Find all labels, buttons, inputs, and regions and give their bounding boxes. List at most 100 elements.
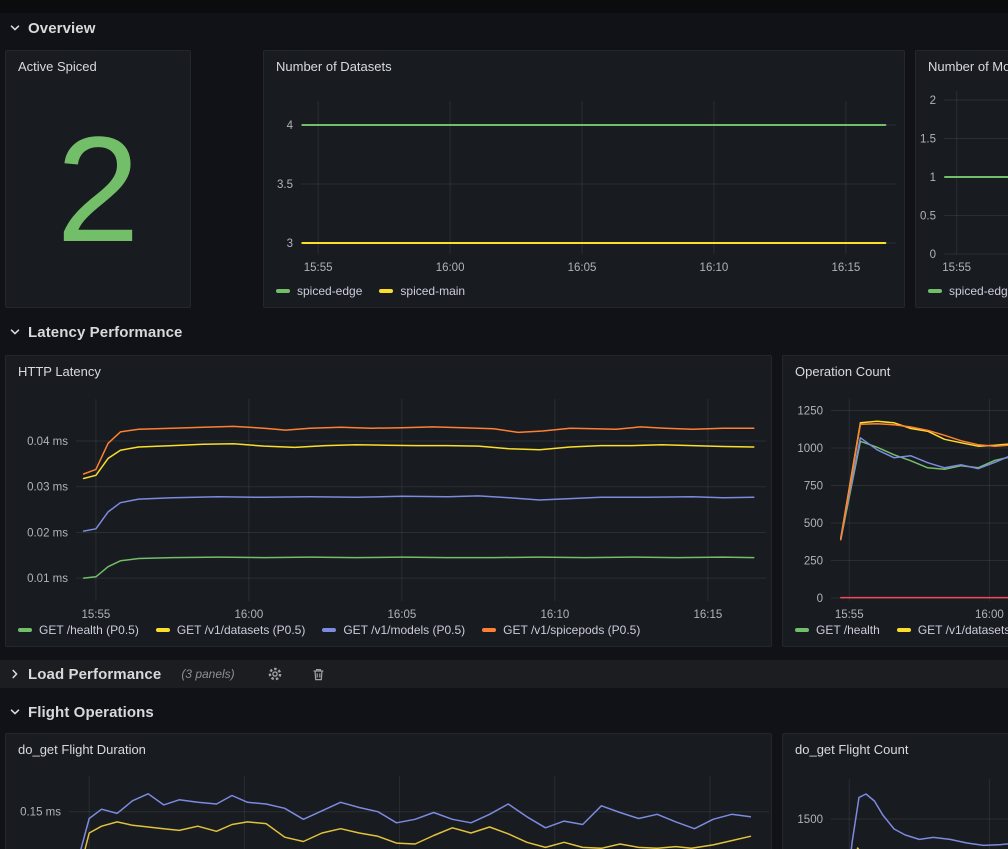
- legend-item[interactable]: GET /v1/datasets: [897, 623, 1008, 637]
- legend-item[interactable]: spiced-main: [379, 284, 465, 298]
- legend-swatch: [322, 628, 336, 632]
- y-tick-label: 250: [804, 556, 823, 568]
- stat-value: 2: [6, 81, 190, 307]
- section-label: Load Performance: [28, 666, 161, 683]
- y-tick-label: 0.5: [920, 211, 936, 223]
- legend-label: spiced-edge: [297, 284, 362, 298]
- section-header-load-performance[interactable]: Load Performance (3 panels): [0, 660, 1008, 688]
- series-line: [84, 496, 754, 531]
- chart-canvas-flight-count[interactable]: 150015:5516:0016:0516:1016:15: [783, 734, 1008, 849]
- legend-item[interactable]: spiced-edge: [928, 284, 1008, 298]
- y-tick-label: 2: [930, 95, 936, 107]
- x-tick-label: 16:10: [540, 609, 569, 621]
- y-tick-label: 1250: [797, 406, 823, 418]
- y-tick-label: 0.03 ms: [27, 482, 68, 494]
- y-tick-label: 1: [930, 172, 936, 184]
- chart-canvas-http-latency[interactable]: 0.01 ms0.02 ms0.03 ms0.04 ms15:5516:0016…: [6, 356, 771, 646]
- legend-item[interactable]: GET /health: [795, 623, 880, 637]
- legend-label: GET /health (P0.5): [39, 623, 139, 637]
- row-settings-button[interactable]: [263, 664, 287, 684]
- chevron-down-icon: [8, 21, 22, 35]
- chevron-right-icon: [8, 667, 22, 681]
- y-tick-label: 0.15 ms: [20, 807, 61, 819]
- legend-item[interactable]: spiced-edge: [276, 284, 362, 298]
- legend-swatch: [276, 289, 290, 293]
- series-line: [84, 557, 754, 578]
- x-tick-label: 15:55: [942, 262, 971, 274]
- panel-count-label: (3 panels): [181, 667, 234, 681]
- chart-plot: 150015:5516:0016:0516:1016:15: [783, 734, 1008, 849]
- x-tick-label: 16:00: [436, 262, 465, 274]
- chevron-down-icon: [8, 325, 22, 339]
- x-tick-label: 16:15: [693, 609, 722, 621]
- x-tick-label: 16:10: [700, 262, 729, 274]
- chart-canvas-flight-duration[interactable]: 0.15 ms15:5516:0016:0516:1016:15: [6, 734, 771, 849]
- chart-plot: 0.01 ms0.02 ms0.03 ms0.04 ms15:5516:0016…: [6, 356, 771, 646]
- legend-label: spiced-edge: [949, 284, 1008, 298]
- x-tick-label: 15:55: [835, 609, 864, 621]
- legend-swatch: [379, 289, 393, 293]
- y-tick-label: 0.02 ms: [27, 527, 68, 539]
- x-tick-label: 16:05: [387, 609, 416, 621]
- series-line: [77, 794, 751, 849]
- y-tick-label: 0: [930, 249, 936, 261]
- trash-icon: [311, 667, 326, 682]
- chart-canvas-models[interactable]: 00.511.5215:5516:0016:0516:1016:15: [916, 51, 1008, 307]
- y-tick-label: 750: [804, 481, 823, 493]
- legend-swatch: [928, 289, 942, 293]
- legend-item[interactable]: GET /v1/datasets (P0.5): [156, 623, 306, 637]
- series-line: [77, 822, 751, 849]
- x-tick-label: 16:00: [234, 609, 263, 621]
- chart-plot: 0.15 ms15:5516:0016:0516:1016:15: [6, 734, 771, 849]
- panel-do-get-flight-duration: do_get Flight Duration 0.15 ms15:5516:00…: [5, 733, 772, 849]
- legend: GET /healthGET /v1/datasetsGET /v1/model…: [795, 623, 1008, 637]
- y-tick-label: 500: [804, 518, 823, 530]
- gear-icon: [267, 666, 283, 682]
- panel-title[interactable]: Active Spiced: [6, 51, 190, 81]
- section-header-overview[interactable]: Overview: [8, 16, 96, 40]
- legend-label: GET /v1/datasets: [918, 623, 1008, 637]
- legend-item[interactable]: GET /v1/spicepods (P0.5): [482, 623, 640, 637]
- legend-swatch: [482, 628, 496, 632]
- legend-swatch: [18, 628, 32, 632]
- y-tick-label: 1000: [797, 443, 823, 455]
- panel-operation-count: Operation Count 02505007501000125015:551…: [782, 355, 1008, 647]
- series-line: [844, 794, 1008, 849]
- x-tick-label: 16:05: [568, 262, 597, 274]
- legend-item[interactable]: GET /health (P0.5): [18, 623, 139, 637]
- panel-number-of-models: Number of Models 00.511.5215:5516:0016:0…: [915, 50, 1008, 308]
- y-tick-label: 0.04 ms: [27, 436, 68, 448]
- chart-canvas-operation-count[interactable]: 02505007501000125015:5516:0016:0516:1016…: [783, 356, 1008, 646]
- legend-label: GET /v1/models (P0.5): [343, 623, 465, 637]
- legend-swatch: [897, 628, 911, 632]
- x-tick-label: 15:55: [81, 609, 110, 621]
- section-header-flight-operations[interactable]: Flight Operations: [8, 700, 154, 724]
- y-tick-label: 1500: [797, 814, 823, 826]
- legend-swatch: [156, 628, 170, 632]
- section-header-latency-performance[interactable]: Latency Performance: [8, 320, 182, 344]
- panel-active-spiced: Active Spiced 2: [5, 50, 191, 308]
- panel-number-of-datasets: Number of Datasets 33.5415:5516:0016:051…: [263, 50, 905, 308]
- series-line: [841, 438, 1008, 538]
- legend-label: GET /v1/datasets (P0.5): [177, 623, 306, 637]
- series-line: [841, 441, 1008, 539]
- legend: spiced-edge spiced-main: [276, 284, 465, 298]
- section-label: Latency Performance: [28, 324, 182, 341]
- series-line: [84, 444, 754, 479]
- row-delete-button[interactable]: [307, 665, 330, 684]
- panel-http-latency: HTTP Latency 0.01 ms0.02 ms0.03 ms0.04 m…: [5, 355, 772, 647]
- legend-item[interactable]: GET /v1/models (P0.5): [322, 623, 465, 637]
- series-line: [84, 426, 754, 474]
- x-tick-label: 16:15: [831, 262, 860, 274]
- y-tick-label: 4: [287, 120, 294, 132]
- y-tick-label: 3: [287, 238, 293, 250]
- section-label: Flight Operations: [28, 704, 154, 721]
- legend: GET /health (P0.5) GET /v1/datasets (P0.5…: [18, 623, 640, 637]
- chart-canvas-datasets[interactable]: 33.5415:5516:0016:0516:1016:15: [264, 51, 904, 307]
- y-tick-label: 1.5: [920, 134, 936, 146]
- chart-plot: 02505007501000125015:5516:0016:0516:1016…: [783, 356, 1008, 646]
- y-tick-label: 3.5: [277, 179, 293, 191]
- chart-plot: 33.5415:5516:0016:0516:1016:15: [264, 51, 904, 307]
- section-label: Overview: [28, 20, 96, 37]
- series-line: [841, 421, 1008, 538]
